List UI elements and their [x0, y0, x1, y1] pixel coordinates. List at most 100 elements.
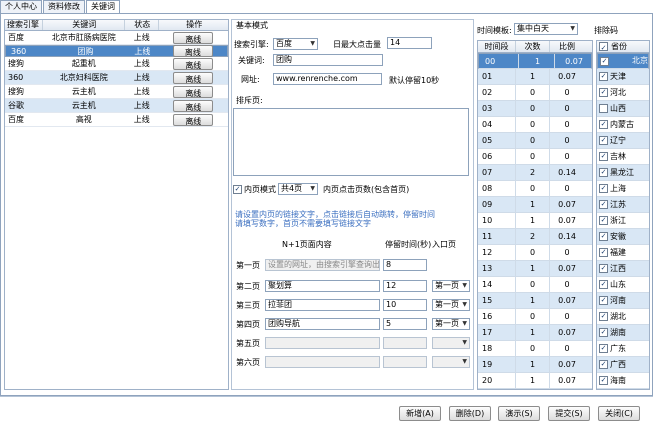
time-template-select[interactable]: 集中白天 ▼ — [514, 23, 578, 35]
page-text-input[interactable] — [265, 356, 380, 368]
tab-personal-center[interactable]: 个人中心 — [0, 0, 42, 13]
province-checkbox[interactable]: ✓ — [599, 152, 608, 161]
time-slot-row[interactable]: 03 0 0 — [478, 101, 592, 117]
province-checkbox[interactable]: ✓ — [599, 72, 608, 81]
time-slot-row[interactable]: 15 1 0.07 — [478, 293, 592, 309]
page-stay-input[interactable] — [383, 337, 427, 349]
offline-button[interactable]: 离线 — [173, 71, 214, 84]
province-checkbox[interactable]: ✓ — [599, 184, 608, 193]
col-status[interactable]: 状态 — [125, 20, 159, 30]
province-checkbox[interactable]: ✓ — [599, 264, 608, 273]
province-checkbox[interactable]: ✓ — [599, 88, 608, 97]
province-row[interactable]: ✓ 吉林 — [597, 149, 649, 165]
offline-button[interactable]: 离线 — [173, 113, 214, 126]
province-checkbox[interactable]: ✓ — [599, 232, 608, 241]
inner-pages-select[interactable]: 共4页 ▼ — [278, 183, 318, 195]
province-row[interactable]: ✓ 广东 — [597, 341, 649, 357]
engine-select[interactable]: 百度 ▼ — [273, 38, 318, 50]
time-slot-row[interactable]: 19 1 0.07 — [478, 357, 592, 373]
max-clicks-input[interactable]: 14 — [387, 37, 432, 49]
province-checkbox[interactable]: ✓ — [599, 360, 608, 369]
province-checkbox[interactable]: ✓ — [599, 136, 608, 145]
close-button[interactable]: 关闭(C) — [598, 406, 640, 421]
province-row[interactable]: ✓ 内蒙古 — [597, 117, 649, 133]
delete-button[interactable]: 删除(D) — [449, 406, 491, 421]
page-entry-select[interactable]: ▼ — [432, 337, 470, 349]
province-row[interactable]: ✓ 湖北 — [597, 309, 649, 325]
province-row[interactable]: ✓ 河北 — [597, 85, 649, 101]
page-text-input[interactable] — [265, 337, 380, 349]
time-slot-row[interactable]: 00 1 0.07 — [478, 53, 592, 69]
time-slot-row[interactable]: 16 0 0 — [478, 309, 592, 325]
province-row[interactable]: ✓ 辽宁 — [597, 133, 649, 149]
time-slot-row[interactable]: 20 1 0.07 — [478, 373, 592, 389]
province-select-all-checkbox[interactable]: ✓ — [599, 42, 608, 52]
col-count[interactable]: 次数 — [516, 41, 550, 52]
province-row[interactable]: ✓ 广西 — [597, 357, 649, 373]
province-checkbox[interactable]: ✓ — [599, 328, 608, 337]
time-slot-row[interactable]: 05 0 0 — [478, 133, 592, 149]
table-row[interactable]: 搜狗 云主机 上线 离线 — [5, 85, 228, 99]
table-row[interactable]: 360 北京妇科医院 上线 离线 — [5, 71, 228, 85]
page-text-input[interactable]: 团购导航 — [265, 318, 380, 330]
add-button[interactable]: 新增(A) — [399, 406, 441, 421]
col-time-slot[interactable]: 时间段 — [478, 41, 516, 52]
time-slot-row[interactable]: 09 1 0.07 — [478, 197, 592, 213]
table-row[interactable]: 360 团购 上线 离线 — [5, 45, 228, 57]
province-checkbox[interactable]: ✓ — [599, 200, 608, 209]
province-checkbox[interactable]: ✓ — [599, 280, 608, 289]
province-checkbox[interactable]: ✓ — [599, 248, 608, 257]
time-slot-row[interactable]: 14 0 0 — [478, 277, 592, 293]
time-slot-row[interactable]: 17 1 0.07 — [478, 325, 592, 341]
page-stay-input[interactable]: 8 — [383, 259, 427, 271]
province-row[interactable]: ✓ 海南 — [597, 373, 649, 389]
province-row[interactable]: ✓ 浙江 — [597, 213, 649, 229]
time-slot-row[interactable]: 12 0 0 — [478, 245, 592, 261]
table-row[interactable]: 谷歌 云主机 上线 离线 — [5, 99, 228, 113]
offline-button[interactable]: 离线 — [173, 85, 214, 98]
time-slot-row[interactable]: 04 0 0 — [478, 117, 592, 133]
tab-keywords[interactable]: 关键词 — [86, 0, 120, 14]
province-row[interactable]: ✓ 安徽 — [597, 229, 649, 245]
province-checkbox[interactable]: ✓ — [599, 216, 608, 225]
col-engine[interactable]: 搜索引擎 — [5, 20, 43, 30]
submit-button[interactable]: 提交(S) — [548, 406, 590, 421]
page-stay-input[interactable]: 5 — [383, 318, 427, 330]
province-row[interactable]: ✓ 湖南 — [597, 325, 649, 341]
offline-button[interactable]: 离线 — [173, 31, 214, 44]
url-input[interactable]: www.renrenche.com — [273, 73, 382, 85]
offline-button[interactable]: 离线 — [173, 99, 214, 112]
time-slot-row[interactable]: 13 1 0.07 — [478, 261, 592, 277]
province-checkbox[interactable]: ✓ — [599, 376, 608, 385]
table-row[interactable]: 搜狗 起重机 上线 离线 — [5, 57, 228, 71]
exclude-page-textarea[interactable] — [233, 108, 469, 176]
page-stay-input[interactable]: 10 — [383, 299, 427, 311]
province-checkbox[interactable]: ✓ — [599, 296, 608, 305]
province-row[interactable]: ✓ 江苏 — [597, 197, 649, 213]
page-entry-select[interactable]: ▼ — [432, 356, 470, 368]
offline-button[interactable]: 离线 — [173, 57, 214, 70]
inner-mode-checkbox[interactable]: ✓ — [233, 185, 242, 194]
tab-profile-edit[interactable]: 资料修改 — [43, 0, 85, 13]
demo-button[interactable]: 演示(S) — [498, 406, 540, 421]
time-slot-row[interactable]: 07 2 0.14 — [478, 165, 592, 181]
page-entry-select[interactable]: 第一页 ▼ — [432, 318, 470, 330]
time-slot-row[interactable]: 11 2 0.14 — [478, 229, 592, 245]
table-row[interactable]: 百度 北京市肛肠病医院 上线 离线 — [5, 31, 228, 45]
time-slot-row[interactable]: 18 0 0 — [478, 341, 592, 357]
page-entry-select[interactable]: 第一页 ▼ — [432, 299, 470, 311]
province-row[interactable]: ✓ 黑龙江 — [597, 165, 649, 181]
time-slot-row[interactable]: 08 0 0 — [478, 181, 592, 197]
province-row[interactable]: ✓ 江西 — [597, 261, 649, 277]
province-checkbox[interactable]: ✓ — [599, 120, 608, 129]
time-slot-row[interactable]: 02 0 0 — [478, 85, 592, 101]
province-row[interactable]: ✓ 福建 — [597, 245, 649, 261]
province-checkbox[interactable]: ✓ — [599, 344, 608, 353]
province-row[interactable]: ✓ 北京 — [597, 53, 649, 69]
province-checkbox[interactable] — [599, 104, 608, 113]
keyword-input[interactable]: 团购 — [273, 54, 383, 66]
col-keyword[interactable]: 关键词 — [43, 20, 125, 30]
province-row[interactable]: ✓ 上海 — [597, 181, 649, 197]
province-row[interactable]: 山西 — [597, 101, 649, 117]
province-checkbox[interactable]: ✓ — [599, 312, 608, 321]
